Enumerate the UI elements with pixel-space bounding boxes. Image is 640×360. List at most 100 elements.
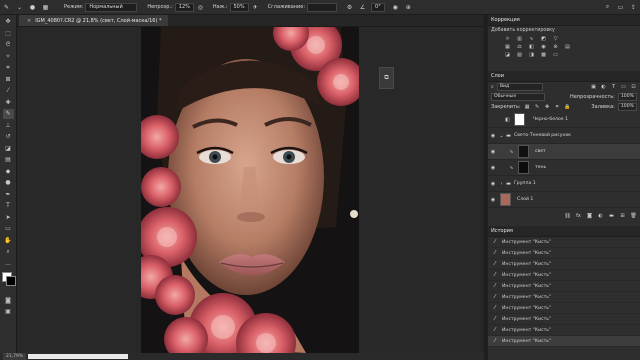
filter-type-icon[interactable]: T bbox=[610, 84, 617, 90]
history-item[interactable]: ⁄ Инструмент "Кисть" bbox=[488, 325, 640, 336]
new-layer-icon[interactable]: ⊞ bbox=[619, 213, 626, 219]
history-item-current[interactable]: ⁄ Инструмент "Кисть" bbox=[488, 336, 640, 347]
magic-wand-icon[interactable]: ✧ bbox=[3, 51, 14, 61]
black-white-icon[interactable]: ◧ bbox=[528, 44, 535, 50]
history-item[interactable]: ⁄ Инструмент "Кисть" bbox=[488, 270, 640, 281]
search-icon[interactable]: ⌕ bbox=[603, 3, 612, 12]
new-group-icon[interactable]: ▬ bbox=[608, 213, 615, 219]
filter-adjust-icon[interactable]: ◐ bbox=[600, 84, 607, 90]
gradient-map-icon[interactable]: ▭ bbox=[552, 52, 559, 58]
blur-tool-icon[interactable]: ◆ bbox=[3, 166, 14, 176]
chevron-down-icon[interactable]: ⌄ bbox=[498, 133, 505, 139]
eyedropper-icon[interactable]: ⁄ bbox=[3, 86, 14, 96]
marquee-tool-icon[interactable]: ⬚ bbox=[3, 28, 14, 38]
trash-icon[interactable]: 🗑 bbox=[630, 213, 637, 219]
history-tab[interactable]: История bbox=[488, 226, 640, 237]
eraser-icon[interactable]: ◪ bbox=[3, 143, 14, 153]
zoom-tool-icon[interactable]: ⌕ bbox=[3, 247, 14, 257]
invert-icon[interactable]: ◪ bbox=[504, 52, 511, 58]
canvas-area[interactable]: ⧉ bbox=[17, 27, 483, 353]
pen-tool-icon[interactable]: ✒ bbox=[3, 189, 14, 199]
smoothing-field[interactable] bbox=[307, 2, 338, 12]
color-swatches[interactable] bbox=[1, 271, 16, 286]
color-balance-icon[interactable]: ⚖ bbox=[516, 44, 523, 50]
layer-row[interactable]: ◉ ⌄ ▬ Свето-Теневой рисунок bbox=[488, 128, 640, 144]
workspace-icon[interactable]: ▭ bbox=[616, 3, 625, 12]
selective-color-icon[interactable]: ▩ bbox=[540, 52, 547, 58]
share-icon[interactable]: ⇪ bbox=[629, 3, 638, 12]
layer-row[interactable]: ◉ › ▬ Группа 1 bbox=[488, 176, 640, 192]
vibrance-icon[interactable]: ▽ bbox=[552, 36, 559, 42]
layer-row[interactable]: ◉ Слой 1 bbox=[488, 192, 640, 208]
fx-icon[interactable]: fx bbox=[575, 213, 582, 219]
adjustment-icon[interactable]: ◐ bbox=[597, 213, 604, 219]
pressure-field[interactable]: 50% bbox=[229, 2, 249, 12]
color-lookup-icon[interactable]: ▤ bbox=[564, 44, 571, 50]
chevron-down-icon[interactable]: ⌄ bbox=[15, 3, 24, 12]
healing-brush-icon[interactable]: ✚ bbox=[3, 97, 14, 107]
type-tool-icon[interactable]: T bbox=[3, 201, 14, 211]
brush-tool-icon[interactable]: ✎ bbox=[2, 3, 11, 12]
curves-icon[interactable]: ∿ bbox=[528, 36, 535, 42]
history-item[interactable]: ⁄ Инструмент "Кисть" bbox=[488, 292, 640, 303]
hand-tool-icon[interactable]: ✋ bbox=[3, 235, 14, 245]
clone-stamp-icon[interactable]: ⊥ bbox=[3, 120, 14, 130]
properties-mini-icon[interactable]: ⧉ bbox=[379, 67, 394, 89]
eye-icon[interactable]: ◉ bbox=[488, 181, 498, 187]
lock-all-icon[interactable]: 🔒 bbox=[564, 104, 571, 110]
layer-row[interactable]: ◉ ∿ свет bbox=[488, 144, 640, 160]
lasso-tool-icon[interactable]: ᘓ bbox=[3, 40, 14, 50]
eye-icon[interactable]: ◉ bbox=[488, 149, 498, 155]
adjustments-tab[interactable]: Коррекция bbox=[488, 15, 640, 26]
eye-icon[interactable]: ◉ bbox=[488, 133, 498, 139]
layer-row[interactable]: ◧ Черно-белое 1 bbox=[488, 112, 640, 128]
brush-tool-icon[interactable]: ✎ bbox=[2, 108, 14, 119]
move-tool-icon[interactable]: ✥ bbox=[3, 17, 14, 27]
lock-move-icon[interactable]: ✥ bbox=[544, 104, 551, 110]
layer-mask-thumbnail[interactable] bbox=[514, 113, 525, 126]
more-tools-icon[interactable]: … bbox=[3, 258, 14, 268]
lock-artboard-icon[interactable]: ⌗ bbox=[554, 104, 561, 110]
layer-kind-select[interactable]: Вид bbox=[496, 83, 543, 91]
lock-transparent-icon[interactable]: ▦ bbox=[524, 104, 531, 110]
airbrush-icon[interactable]: ✈ bbox=[251, 3, 260, 12]
filter-shape-icon[interactable]: ▭ bbox=[620, 84, 627, 90]
dodge-tool-icon[interactable]: ● bbox=[3, 178, 14, 188]
chevron-right-icon[interactable]: › bbox=[498, 181, 505, 187]
layers-tab[interactable]: Слои bbox=[488, 71, 640, 82]
background-color[interactable] bbox=[6, 276, 16, 286]
history-item[interactable]: ⁄ Инструмент "Кисть" bbox=[488, 259, 640, 270]
hue-saturation-icon[interactable]: ▦ bbox=[504, 44, 511, 50]
zoom-level[interactable]: 21,79% bbox=[3, 353, 27, 360]
filter-smart-icon[interactable]: ⊡ bbox=[630, 84, 637, 90]
brightness-icon[interactable]: ☼ bbox=[504, 36, 511, 42]
layer-opacity-field[interactable]: 100% bbox=[617, 93, 637, 101]
photo-filter-icon[interactable]: ◉ bbox=[540, 44, 547, 50]
brush-preset-icon[interactable]: ● bbox=[28, 3, 37, 12]
channel-mixer-icon[interactable]: ⊛ bbox=[552, 44, 559, 50]
posterize-icon[interactable]: ▧ bbox=[516, 52, 523, 58]
history-item[interactable]: ⁄ Инструмент "Кисть" bbox=[488, 248, 640, 259]
lock-paint-icon[interactable]: ✎ bbox=[534, 104, 541, 110]
layer-thumbnail[interactable] bbox=[500, 193, 511, 206]
mode-select[interactable]: Нормальный bbox=[85, 2, 138, 12]
history-item[interactable]: ⁄ Инструмент "Кисть" bbox=[488, 314, 640, 325]
opacity-field[interactable]: 12% bbox=[174, 2, 194, 12]
document-tab[interactable]: × IGM_4080?.CR2 @ 21,8% (свет, Слой-маск… bbox=[19, 15, 168, 26]
eye-icon[interactable]: ◉ bbox=[488, 197, 498, 203]
quick-mask-icon[interactable]: ◙ bbox=[3, 295, 14, 305]
fill-field[interactable]: 100% bbox=[617, 103, 637, 111]
layer-mask-thumbnail[interactable] bbox=[518, 145, 529, 158]
path-select-icon[interactable]: ➤ bbox=[3, 212, 14, 222]
add-mask-icon[interactable]: ◙ bbox=[586, 213, 593, 219]
gradient-tool-icon[interactable]: ▤ bbox=[3, 155, 14, 165]
history-item[interactable]: ⁄ Инструмент "Кисть" bbox=[488, 281, 640, 292]
layer-mask-thumbnail[interactable] bbox=[518, 161, 529, 174]
link-icon[interactable]: ⛓ bbox=[564, 213, 571, 219]
pressure-opacity-icon[interactable]: ◎ bbox=[196, 3, 205, 12]
filter-pixel-icon[interactable]: ▣ bbox=[590, 84, 597, 90]
frame-tool-icon[interactable]: ⊠ bbox=[3, 74, 14, 84]
layer-row[interactable]: ◉ ∿ тень bbox=[488, 160, 640, 176]
brush-settings-icon[interactable]: ▦ bbox=[41, 3, 50, 12]
eye-icon[interactable]: ◉ bbox=[488, 165, 498, 171]
